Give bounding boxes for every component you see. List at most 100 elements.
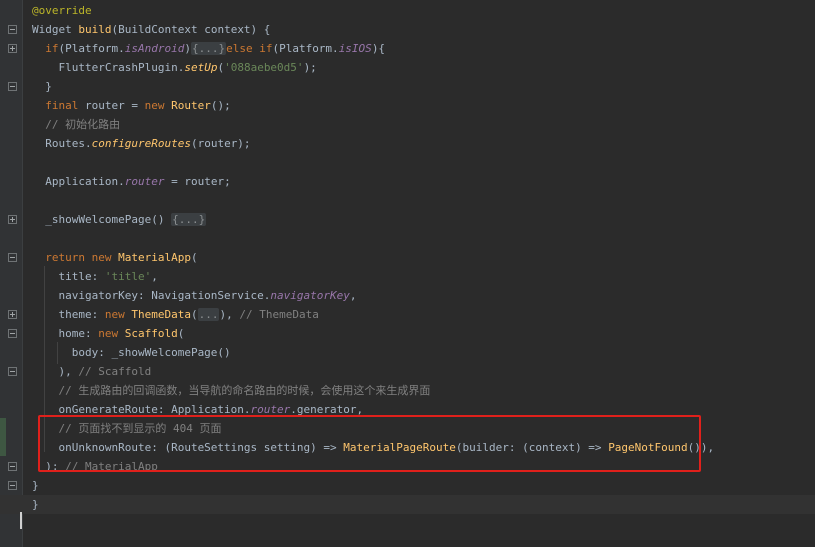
code-token: // ThemeData [239,308,319,321]
code-token: new [91,251,112,264]
code-token: ( [190,251,198,264]
code-token: new [98,327,119,340]
code-line[interactable]: body: _showWelcomePage() [0,343,815,362]
code-line[interactable] [0,153,815,172]
code-token: Scaffold [124,327,178,340]
folded-region[interactable]: {...} [171,213,207,226]
code-line[interactable]: Routes.configureRoutes(router); [0,134,815,153]
code-editor[interactable]: @override Widget build(BuildContext conte… [0,0,815,547]
code-line[interactable]: ), // Scaffold [0,362,815,381]
folded-region[interactable]: ... [197,308,220,321]
code-line-text: // 初始化路由 [32,115,120,134]
code-token: (Platform. [58,42,125,55]
code-line[interactable]: // 初始化路由 [0,115,815,134]
code-token: } [32,498,39,511]
code-token: , [151,270,158,283]
code-token: ){ [371,42,386,55]
code-token: ( [177,327,185,340]
code-token: 'title' [104,270,152,283]
code-line-text: theme: new ThemeData(...), // ThemeData [32,305,319,324]
code-token: return [45,251,85,264]
code-token: home: [32,327,99,340]
code-token: _showWelcomePage() [32,213,172,226]
code-token: isIOS [338,42,372,55]
code-token: FlutterCrashPlugin. [32,61,185,74]
code-line[interactable]: if(Platform.isAndroid){...}else if(Platf… [0,39,815,58]
code-token: ); [303,61,317,74]
code-token: (Platform. [272,42,339,55]
code-line[interactable]: home: new Scaffold( [0,324,815,343]
text-caret [20,512,22,529]
code-token: , [349,289,357,302]
code-line[interactable]: title: 'title', [0,267,815,286]
code-line-text: final router = new Router(); [32,96,231,115]
code-token: = router; [164,175,231,188]
code-line-text: } [32,476,39,495]
code-line-text: Routes.configureRoutes(router); [32,134,250,153]
code-token: @override [32,4,92,17]
code-token: Widget [32,23,79,36]
code-line-text: return new MaterialApp( [32,248,198,267]
code-line-text: home: new Scaffold( [32,324,184,343]
code-line[interactable]: @override [0,1,815,20]
code-line-text: Application.router = router; [32,172,231,191]
code-token: Router [171,99,211,112]
code-line[interactable]: return new MaterialApp( [0,248,815,267]
code-token: (); [210,99,231,112]
code-token: new [104,308,125,321]
code-line[interactable]: _showWelcomePage() {...} [0,210,815,229]
code-token: body: _showWelcomePage() [32,346,231,359]
code-token: } [32,80,52,93]
code-line[interactable]: navigatorKey: NavigationService.navigato… [0,286,815,305]
code-token: ), [32,365,79,378]
code-token: router = [78,99,145,112]
code-token: theme: [32,308,105,321]
code-token: MaterialApp [118,251,191,264]
code-line[interactable] [0,191,815,210]
code-line[interactable]: } [0,476,815,495]
code-line[interactable]: // 生成路由的回调函数，当导航的命名路由的时候，会使用这个来生成界面 [0,381,815,400]
code-token: build [78,23,112,36]
code-line-text: } [32,495,39,514]
code-line[interactable] [0,229,815,248]
code-token: ThemeData [131,308,191,321]
code-token: // 生成路由的回调函数，当导航的命名路由的时候，会使用这个来生成界面 [32,384,431,397]
code-token: new [144,99,165,112]
code-token: else if [226,42,273,55]
code-line-text: } [32,77,52,96]
code-line[interactable]: } [0,77,815,96]
code-line[interactable]: Application.router = router; [0,172,815,191]
code-token: setUp [184,61,218,74]
code-line[interactable]: FlutterCrashPlugin.setUp('088aebe0d5'); [0,58,815,77]
code-line-text: // 生成路由的回调函数，当导航的命名路由的时候，会使用这个来生成界面 [32,381,430,400]
code-token: // Scaffold [78,365,152,378]
code-line-text: ), // Scaffold [32,362,151,381]
code-line-text: FlutterCrashPlugin.setUp('088aebe0d5'); [32,58,317,77]
code-token: Routes. [32,137,92,150]
code-line-text: title: 'title', [32,267,158,286]
code-line[interactable]: } [0,495,815,514]
code-token: ) [184,42,191,55]
code-line-text: if(Platform.isAndroid){...}else if(Platf… [32,39,385,58]
code-token: title: [32,270,105,283]
highlight-annotation-box [38,415,701,472]
code-line-text: body: _showWelcomePage() [32,343,231,362]
code-token: } [32,479,39,492]
code-token: Application. [32,175,125,188]
code-token: if [45,42,59,55]
code-line-text: Widget build(BuildContext context) { [32,20,270,39]
code-token: router [124,175,165,188]
code-token: '088aebe0d5' [224,61,304,74]
code-line[interactable]: theme: new ThemeData(...), // ThemeData [0,305,815,324]
code-line[interactable]: Widget build(BuildContext context) { [0,20,815,39]
code-token: // 初始化路由 [32,118,121,131]
code-line[interactable]: final router = new Router(); [0,96,815,115]
code-line-text: @override [32,1,92,20]
folded-region[interactable]: {...} [190,42,227,55]
code-line-text: navigatorKey: NavigationService.navigato… [32,286,357,305]
